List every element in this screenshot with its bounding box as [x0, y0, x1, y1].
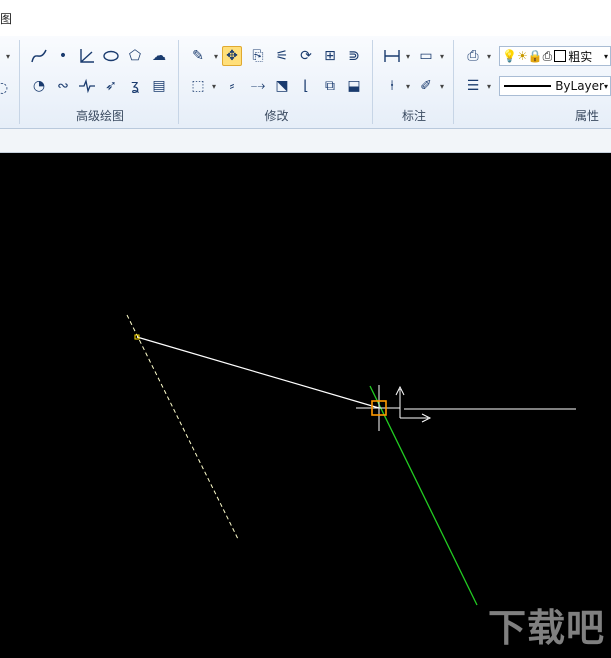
break-line-icon[interactable] — [77, 76, 97, 96]
stretch-icon[interactable]: ⬔ — [272, 76, 292, 96]
linear-dimension-icon[interactable] — [382, 46, 402, 66]
extend-icon[interactable]: ⤍ — [248, 76, 268, 96]
group-label: 修改 — [264, 109, 289, 123]
crosshair-cursor-icon — [356, 385, 400, 431]
copy-icon[interactable]: ⎘ — [248, 46, 268, 66]
cloud-line-icon[interactable]: ʓ — [125, 76, 145, 96]
trim-icon[interactable]: ⸗ — [222, 76, 242, 96]
dropdown-arrow-icon[interactable]: ▾ — [438, 76, 446, 96]
ordinate-dimension-icon[interactable]: ⍿ — [382, 76, 402, 96]
move-icon[interactable]: ✥ — [222, 46, 242, 66]
spline-icon[interactable] — [29, 46, 49, 66]
point-icon[interactable]: • — [53, 46, 73, 66]
chevron-down-icon: ▾ — [603, 51, 608, 61]
watermark-logo: 下载吧 — [487, 606, 605, 650]
white-line-segment[interactable] — [136, 336, 380, 409]
explode-icon[interactable]: ⬓ — [344, 76, 364, 96]
ribbon-group-partial: ▾ ◌ — [0, 36, 20, 128]
dropdown-arrow-icon[interactable]: ▾ — [210, 76, 218, 96]
ucs-axis-icon — [395, 385, 432, 423]
offset-icon[interactable]: ⋑ — [344, 46, 364, 66]
dashed-reference-line — [126, 314, 239, 540]
dropdown-arrow-icon[interactable]: ▾ — [485, 46, 493, 66]
ribbon-group-properties: ⎙ ▾ 💡 ☀ 🔒 ⎙ 粗实 ▾ ☰ ▾ ByLayer ▾ 属性 — [455, 36, 611, 128]
ray-icon[interactable] — [77, 46, 97, 66]
match-properties-icon[interactable]: ⎙ — [463, 46, 483, 66]
color-swatch-icon — [554, 50, 567, 62]
arc-tool-icon[interactable]: ◌ — [0, 78, 12, 98]
dropdown-arrow-icon[interactable]: ▾ — [4, 46, 12, 66]
array-icon[interactable]: ⊞ — [320, 46, 340, 66]
lineweight-icon[interactable]: ☰ — [463, 76, 483, 96]
group-label: 高级绘图 — [75, 109, 124, 123]
fillet-icon[interactable]: ⌊ — [296, 76, 316, 96]
linetype-sample-icon — [504, 85, 552, 87]
arrow-icon[interactable]: ➶ — [101, 76, 121, 96]
revision-cloud-icon[interactable]: ☁ — [149, 46, 169, 66]
dropdown-arrow-icon[interactable]: ▾ — [485, 76, 493, 96]
ribbon-group-modify: ✎ ▾ ✥ ⎘ ⚟ ⟳ ⊞ ⋑ ⬚ ▾ ⸗ ⤍ ⬔ ⌊ ⧉ ⬓ 修改 — [180, 36, 373, 128]
dropdown-arrow-icon[interactable]: ▾ — [404, 46, 412, 66]
menu-bar: 图 — [0, 0, 611, 36]
linetype-value: ByLayer — [555, 79, 604, 93]
scale-icon[interactable]: ⧉ — [320, 76, 340, 96]
chevron-down-icon: ▾ — [603, 81, 608, 91]
layer-combo[interactable]: 💡 ☀ 🔒 ⎙ 粗实 ▾ — [499, 46, 611, 66]
rectangle-select-icon[interactable]: ⬚ — [188, 76, 208, 96]
hatch-icon[interactable]: ▤ — [149, 76, 169, 96]
menu-item[interactable]: 图 — [0, 10, 12, 27]
green-line-segment[interactable] — [369, 385, 478, 606]
printer-icon: ⎙ — [542, 48, 553, 63]
erase-icon[interactable]: ✎ — [188, 46, 208, 66]
polygon-icon[interactable]: ⬠ — [125, 46, 145, 66]
group-label: 属性 — [574, 109, 599, 123]
ribbon-panel: ▾ ◌ • ⬠ ☁ ◔ ∾ ➶ ʓ ▤ 高级绘图 ✎ ▾ ✥ ⎘ ⚟ ⟳ ⊞ ⋑… — [0, 36, 611, 129]
dropdown-arrow-icon[interactable]: ▾ — [212, 46, 220, 66]
wave-line-icon[interactable]: ∾ — [53, 76, 73, 96]
leader-note-icon[interactable]: ✐ — [416, 76, 436, 96]
dimension-style-icon[interactable]: ▭ — [416, 46, 436, 66]
drawing-canvas[interactable]: 下载吧 — [0, 153, 611, 658]
lock-icon: 🔒 — [527, 49, 543, 63]
sun-icon: ☀ — [516, 49, 528, 63]
drawing-svg — [126, 314, 576, 606]
dropdown-arrow-icon[interactable]: ▾ — [438, 46, 446, 66]
rotate-icon[interactable]: ⟳ — [296, 46, 316, 66]
ribbon-group-dimension: ▾ ▭ ▾ ⍿ ▾ ✐ ▾ 标注 — [374, 36, 454, 128]
layer-name: 粗实 — [568, 49, 593, 64]
donut-icon[interactable]: ◔ — [29, 76, 49, 96]
lightbulb-icon: 💡 — [502, 49, 517, 63]
tab-strip — [0, 129, 611, 153]
linetype-combo[interactable]: ByLayer ▾ — [499, 76, 611, 96]
dropdown-arrow-icon[interactable]: ▾ — [404, 76, 412, 96]
ribbon-group-advanced-draw: • ⬠ ☁ ◔ ∾ ➶ ʓ ▤ 高级绘图 — [21, 36, 179, 128]
mirror-icon[interactable]: ⚟ — [272, 46, 292, 66]
ellipse-icon[interactable] — [101, 46, 121, 66]
group-label: 标注 — [401, 109, 426, 123]
